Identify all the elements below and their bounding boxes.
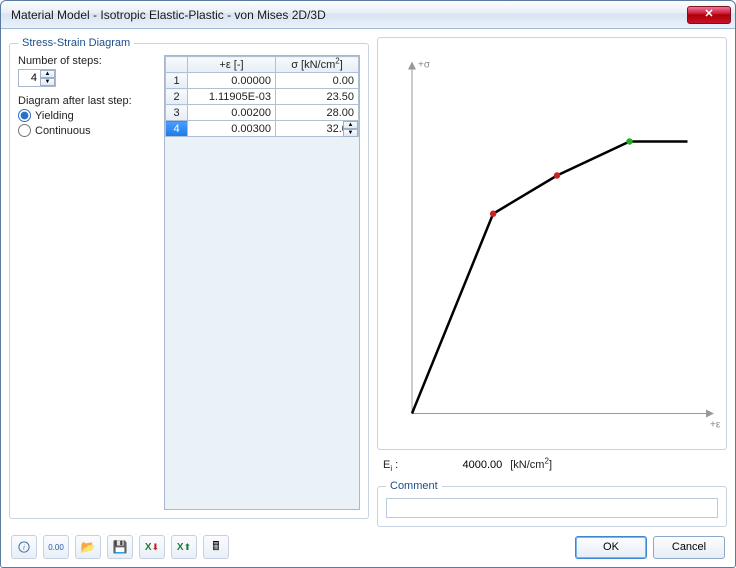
- svg-text:+ε: +ε: [710, 420, 721, 431]
- disk-icon: 💾: [113, 540, 128, 554]
- cell-spin-down[interactable]: ▼: [343, 129, 358, 137]
- calculator-icon: 🖩: [212, 537, 219, 558]
- cell-sigma[interactable]: 32.00▲▼: [276, 121, 359, 137]
- left-column: Stress-Strain Diagram Number of steps: ▲…: [9, 37, 369, 519]
- radio-yielding-input[interactable]: [18, 109, 31, 122]
- chart-svg: +ε +σ: [382, 42, 722, 445]
- table-row[interactable]: 30.0020028.00: [166, 105, 359, 121]
- chart-box: +ε +σ: [377, 37, 727, 450]
- e-modulus-row: Ei : [kN/cm2]: [377, 456, 727, 474]
- row-number: 2: [166, 89, 188, 105]
- calculator-button[interactable]: 🖩: [203, 535, 229, 559]
- steps-down-button[interactable]: ▼: [40, 78, 55, 86]
- titlebar: Material Model - Isotropic Elastic-Plast…: [1, 1, 735, 29]
- stress-strain-group: Stress-Strain Diagram Number of steps: ▲…: [9, 37, 369, 519]
- col-rownum: [166, 57, 188, 73]
- e-unit: [kN/cm2]: [510, 459, 552, 471]
- precision-button[interactable]: 0.00: [43, 535, 69, 559]
- cell-eps[interactable]: 0.00300: [188, 121, 276, 137]
- import-excel-button[interactable]: X⬆: [171, 535, 197, 559]
- cell-sigma[interactable]: 0.00: [276, 73, 359, 89]
- data-grid[interactable]: +ε [-] σ [kN/cm2] 10.000000.0021.11905E-…: [164, 55, 360, 510]
- cell-eps[interactable]: 0.00000: [188, 73, 276, 89]
- ss-controls: Number of steps: ▲ ▼ D: [18, 55, 156, 510]
- cell-eps[interactable]: 1.11905E-03: [188, 89, 276, 105]
- stress-strain-legend: Stress-Strain Diagram: [18, 37, 134, 49]
- e-label: Ei :: [383, 459, 398, 471]
- export-excel-button[interactable]: X⬇: [139, 535, 165, 559]
- table-row[interactable]: 10.000000.00: [166, 73, 359, 89]
- content-area: Stress-Strain Diagram Number of steps: ▲…: [1, 29, 735, 527]
- radio-continuous-input[interactable]: [18, 124, 31, 137]
- svg-text:+σ: +σ: [418, 60, 431, 71]
- dialog-window: Material Model - Isotropic Elastic-Plast…: [0, 0, 736, 568]
- e-value: [404, 458, 504, 472]
- window-title: Material Model - Isotropic Elastic-Plast…: [11, 8, 687, 22]
- radio-continuous[interactable]: Continuous: [18, 124, 156, 137]
- ok-button[interactable]: OK: [575, 536, 647, 559]
- row-number: 3: [166, 105, 188, 121]
- help-button[interactable]: i: [11, 535, 37, 559]
- comment-group: Comment: [377, 480, 727, 527]
- data-table: +ε [-] σ [kN/cm2] 10.000000.0021.11905E-…: [165, 56, 359, 137]
- col-sigma: σ [kN/cm2]: [276, 57, 359, 73]
- radio-yielding[interactable]: Yielding: [18, 109, 156, 122]
- radio-yielding-label: Yielding: [35, 110, 74, 122]
- col-eps: +ε [-]: [188, 57, 276, 73]
- after-step-label: Diagram after last step:: [18, 95, 156, 107]
- cell-eps[interactable]: 0.00200: [188, 105, 276, 121]
- cell-sigma[interactable]: 23.50: [276, 89, 359, 105]
- steps-up-button[interactable]: ▲: [40, 70, 55, 78]
- comment-legend: Comment: [386, 480, 442, 492]
- table-row[interactable]: 21.11905E-0323.50: [166, 89, 359, 105]
- cell-sigma[interactable]: 28.00: [276, 105, 359, 121]
- close-button[interactable]: ✕: [687, 6, 731, 24]
- comment-input[interactable]: [386, 498, 718, 518]
- cancel-button[interactable]: Cancel: [653, 536, 725, 559]
- steps-label: Number of steps:: [18, 55, 156, 67]
- radio-continuous-label: Continuous: [35, 125, 91, 137]
- row-number: 1: [166, 73, 188, 89]
- right-column: +ε +σ Ei : [kN/cm2] Comment: [377, 37, 727, 519]
- folder-icon: 📂: [81, 540, 96, 554]
- open-button[interactable]: 📂: [75, 535, 101, 559]
- save-button[interactable]: 💾: [107, 535, 133, 559]
- row-number: 4: [166, 121, 188, 137]
- svg-text:i: i: [23, 543, 25, 552]
- table-row[interactable]: 40.0030032.00▲▼: [166, 121, 359, 137]
- footer: i 0.00 📂 💾 X⬇ X⬆ 🖩 OK Cancel: [1, 527, 735, 567]
- cell-spin-up[interactable]: ▲: [343, 121, 358, 129]
